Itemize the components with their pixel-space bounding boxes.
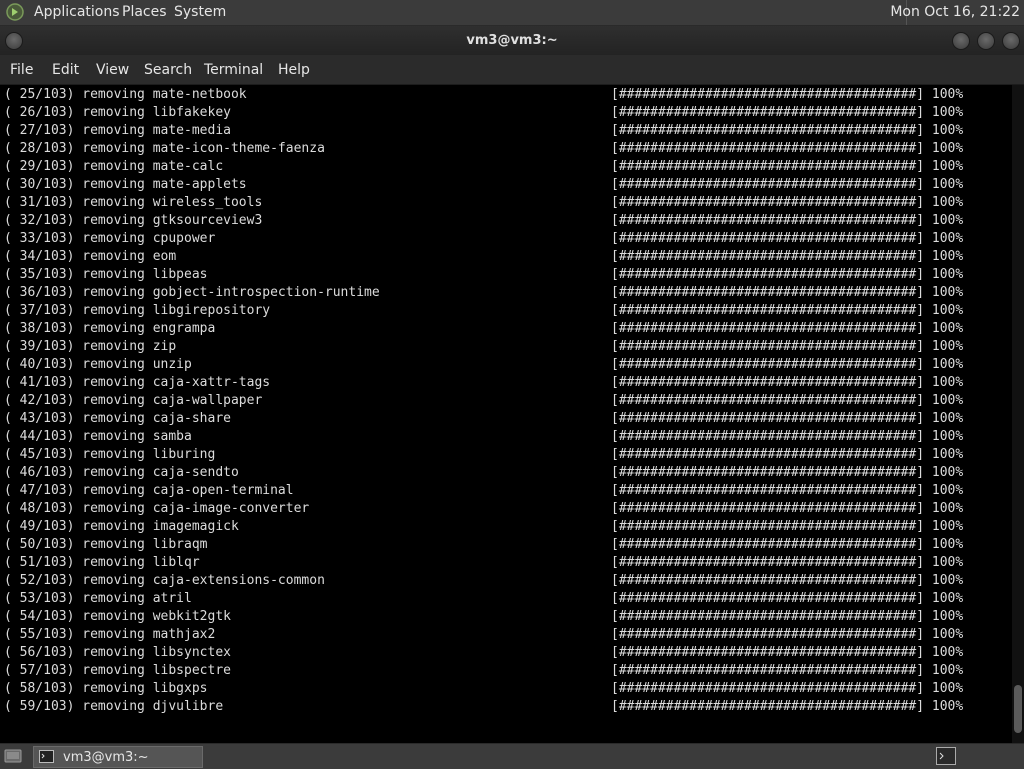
progress-indicator: [######################################]… (611, 249, 964, 264)
progress-indicator: [######################################]… (611, 645, 964, 660)
terminal-scrollbar[interactable] (1012, 85, 1024, 743)
progress-indicator: [######################################]… (611, 699, 964, 714)
progress-indicator: [######################################]… (611, 159, 964, 174)
system-menu[interactable]: System (174, 4, 226, 20)
removal-message: ( 52/103) removing caja-extensions-commo… (4, 573, 325, 588)
progress-indicator: [######################################]… (611, 393, 964, 408)
removal-message: ( 26/103) removing libfakekey (4, 105, 231, 120)
progress-indicator: [######################################]… (611, 303, 964, 318)
progress-indicator: [######################################]… (611, 465, 964, 480)
progress-indicator: [######################################]… (611, 231, 964, 246)
progress-indicator: [######################################]… (611, 483, 964, 498)
places-menu[interactable]: Places (122, 4, 167, 20)
mate-logo-icon[interactable] (6, 3, 24, 21)
workspace-terminal-icon[interactable] (936, 747, 956, 765)
taskbar-button-terminal[interactable]: vm3@vm3:~ (33, 746, 203, 768)
removal-message: ( 55/103) removing mathjax2 (4, 627, 216, 642)
top-panel: Applications Places System Mon Oct 16, 2… (0, 0, 1024, 26)
minimize-icon[interactable] (952, 32, 970, 50)
removal-message: ( 35/103) removing libpeas (4, 267, 208, 282)
progress-indicator: [######################################]… (611, 375, 964, 390)
progress-indicator: [######################################]… (611, 591, 964, 606)
progress-indicator: [######################################]… (611, 555, 964, 570)
removal-message: ( 49/103) removing imagemagick (4, 519, 239, 534)
progress-indicator: [######################################]… (611, 357, 964, 372)
progress-indicator: [######################################]… (611, 267, 964, 282)
removal-message: ( 31/103) removing wireless_tools (4, 195, 263, 210)
progress-indicator: [######################################]… (611, 537, 964, 552)
window-titlebar[interactable]: vm3@vm3:~ (0, 26, 1024, 55)
progress-indicator: [######################################]… (611, 609, 964, 624)
progress-indicator: [######################################]… (611, 627, 964, 642)
bottom-panel: vm3@vm3:~ (0, 743, 1024, 769)
removal-message: ( 27/103) removing mate-media (4, 123, 231, 138)
removal-message: ( 59/103) removing djvulibre (4, 699, 224, 714)
progress-indicator: [######################################]… (611, 321, 964, 336)
menu-view[interactable]: View (96, 62, 129, 78)
progress-indicator: [######################################]… (611, 681, 964, 696)
removal-message: ( 39/103) removing zip (4, 339, 177, 354)
progress-indicator: [######################################]… (611, 411, 964, 426)
menu-terminal[interactable]: Terminal (204, 62, 263, 78)
progress-indicator: [######################################]… (611, 87, 964, 102)
progress-indicator: [######################################]… (611, 105, 964, 120)
taskbar-button-label: vm3@vm3:~ (63, 750, 149, 765)
terminal-output[interactable]: ( 59/103) removing djvulibre [###########… (0, 85, 1024, 743)
window-title: vm3@vm3:~ (466, 33, 558, 48)
removal-message: ( 57/103) removing libspectre (4, 663, 231, 678)
scrollbar-thumb[interactable] (1014, 685, 1022, 733)
progress-indicator: [######################################]… (611, 213, 964, 228)
close-icon[interactable] (1002, 32, 1020, 50)
menu-help[interactable]: Help (278, 62, 310, 78)
maximize-icon[interactable] (977, 32, 995, 50)
progress-indicator: [######################################]… (611, 285, 964, 300)
removal-message: ( 28/103) removing mate-icon-theme-faenz… (4, 141, 325, 156)
menu-search[interactable]: Search (144, 62, 192, 78)
removal-message: ( 51/103) removing liblqr (4, 555, 200, 570)
progress-indicator: [######################################]… (611, 123, 964, 138)
removal-message: ( 50/103) removing libraqm (4, 537, 208, 552)
removal-message: ( 43/103) removing caja-share (4, 411, 231, 426)
progress-indicator: [######################################]… (611, 663, 964, 678)
removal-message: ( 33/103) removing cpupower (4, 231, 216, 246)
removal-message: ( 48/103) removing caja-image-converter (4, 501, 310, 516)
terminal-menubar: File Edit View Search Terminal Help (0, 55, 1024, 84)
removal-message: ( 32/103) removing gtksourceview3 (4, 213, 263, 228)
terminal-icon (39, 750, 54, 763)
removal-message: ( 54/103) removing webkit2gtk (4, 609, 231, 624)
removal-message: ( 38/103) removing engrampa (4, 321, 216, 336)
removal-message: ( 34/103) removing eom (4, 249, 177, 264)
progress-indicator: [######################################]… (611, 429, 964, 444)
panel-clock[interactable]: Mon Oct 16, 21:22 (890, 4, 1020, 20)
progress-indicator: [######################################]… (611, 177, 964, 192)
removal-message: ( 45/103) removing liburing (4, 447, 216, 462)
menu-edit[interactable]: Edit (52, 62, 79, 78)
applications-menu[interactable]: Applications (34, 4, 120, 20)
removal-message: ( 36/103) removing gobject-introspection… (4, 285, 380, 300)
show-desktop-icon[interactable] (4, 748, 22, 764)
removal-message: ( 58/103) removing libgxps (4, 681, 208, 696)
progress-indicator: [######################################]… (611, 447, 964, 462)
removal-message: ( 42/103) removing caja-wallpaper (4, 393, 263, 408)
removal-message: ( 37/103) removing libgirepository (4, 303, 271, 318)
removal-message: ( 30/103) removing mate-applets (4, 177, 247, 192)
removal-message: ( 56/103) removing libsynctex (4, 645, 231, 660)
removal-message: ( 40/103) removing unzip (4, 357, 192, 372)
menu-file[interactable]: File (10, 62, 33, 78)
removal-message: ( 25/103) removing mate-netbook (4, 87, 247, 102)
progress-indicator: [######################################]… (611, 519, 964, 534)
removal-message: ( 47/103) removing caja-open-terminal (4, 483, 294, 498)
progress-indicator: [######################################]… (611, 195, 964, 210)
removal-message: ( 53/103) removing atril (4, 591, 192, 606)
removal-message: ( 41/103) removing caja-xattr-tags (4, 375, 271, 390)
removal-message: ( 46/103) removing caja-sendto (4, 465, 239, 480)
progress-indicator: [######################################]… (611, 339, 964, 354)
removal-message: ( 44/103) removing samba (4, 429, 192, 444)
progress-indicator: [######################################]… (611, 501, 964, 516)
progress-indicator: [######################################]… (611, 573, 964, 588)
removal-message: ( 29/103) removing mate-calc (4, 159, 224, 174)
progress-indicator: [######################################]… (611, 141, 964, 156)
